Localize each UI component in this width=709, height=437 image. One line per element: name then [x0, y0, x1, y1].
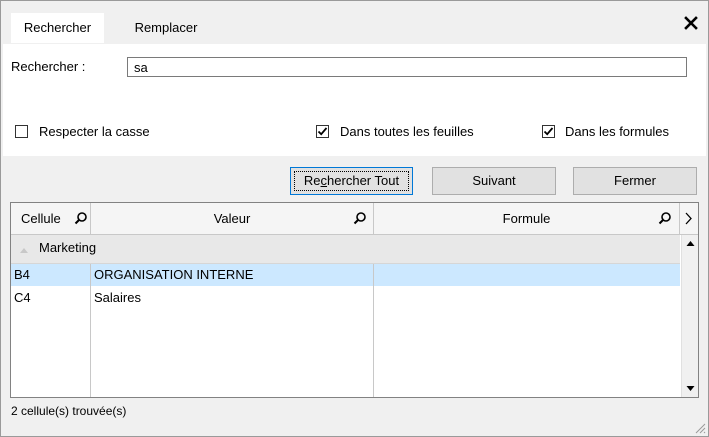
find-all-button[interactable]: Rechercher Tout [290, 167, 413, 195]
grid-header: Cellule Valeur Formule [11, 203, 698, 235]
resize-grip-icon[interactable] [694, 422, 706, 434]
column-header-valeur[interactable]: Valeur [91, 203, 374, 234]
search-label: Rechercher : [11, 59, 86, 74]
column-header-cellule[interactable]: Cellule [11, 203, 91, 234]
results-grid: Cellule Valeur Formule Marketing B4 ORGA… [10, 202, 699, 398]
status-text: 2 cellule(s) trouvée(s) [11, 404, 127, 418]
group-label: Marketing [39, 240, 97, 255]
cell-value: Salaires [94, 290, 141, 305]
close-icon[interactable] [682, 14, 700, 32]
in-formulas-checkbox[interactable] [542, 125, 555, 138]
search-input[interactable] [127, 57, 687, 77]
find-dialog: Rechercher Remplacer Rechercher : Respec… [0, 0, 709, 437]
search-icon[interactable] [658, 211, 672, 225]
cell-formula [377, 287, 677, 309]
column-divider [90, 264, 91, 397]
all-sheets-checkbox[interactable] [316, 125, 329, 138]
cell-address: B4 [14, 267, 30, 282]
column-header-formule[interactable]: Formule [374, 203, 680, 234]
column-divider [373, 264, 374, 397]
check-icon [543, 127, 554, 136]
match-case-label: Respecter la casse [39, 124, 150, 139]
cell-address: C4 [14, 290, 31, 305]
scroll-down-button[interactable] [682, 380, 698, 397]
arrow-up-icon [686, 241, 695, 246]
scroll-columns-right-button[interactable] [680, 203, 698, 234]
cell-formula [377, 264, 677, 286]
cell-value: ORGANISATION INTERNE [94, 267, 254, 282]
arrow-down-icon [686, 386, 695, 391]
match-case-checkbox[interactable] [15, 125, 28, 138]
search-panel: Rechercher : Respecter la casse Dans tou… [3, 44, 706, 156]
next-button[interactable]: Suivant [432, 167, 556, 195]
table-row[interactable]: C4 Salaires [11, 287, 680, 309]
collapse-arrow-icon[interactable] [19, 246, 29, 254]
close-button[interactable]: Fermer [573, 167, 697, 195]
vertical-scrollbar[interactable] [681, 235, 698, 397]
group-row-marketing[interactable]: Marketing [11, 235, 680, 264]
table-row[interactable]: B4 ORGANISATION INTERNE [11, 264, 680, 286]
chevron-right-icon [685, 212, 692, 225]
check-icon [317, 127, 328, 136]
search-icon[interactable] [353, 211, 367, 225]
tab-remplacer[interactable]: Remplacer [121, 13, 211, 43]
tab-rechercher[interactable]: Rechercher [11, 13, 104, 43]
scroll-up-button[interactable] [682, 235, 698, 252]
search-icon[interactable] [74, 211, 88, 225]
all-sheets-label: Dans toutes les feuilles [340, 124, 474, 139]
in-formulas-label: Dans les formules [565, 124, 670, 139]
